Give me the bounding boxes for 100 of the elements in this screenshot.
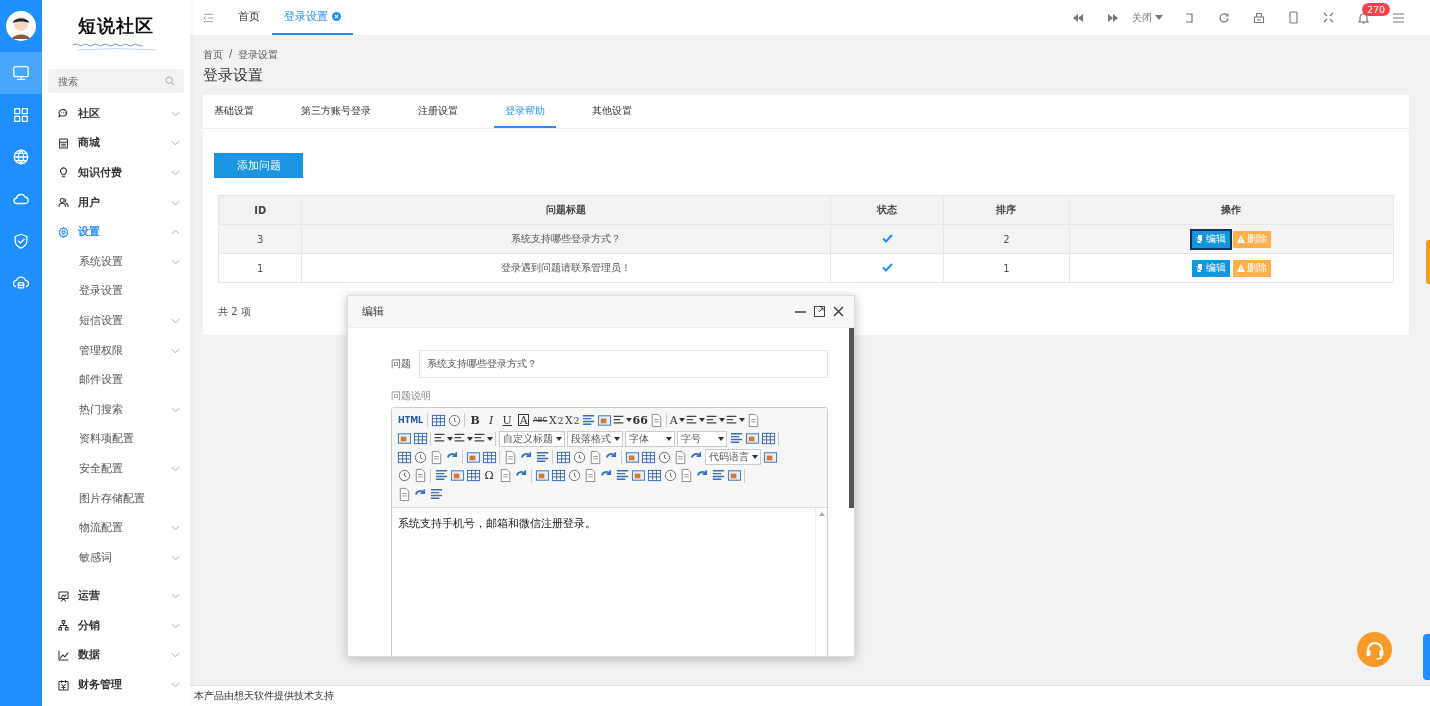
format-select[interactable]: 段落格式	[567, 430, 623, 447]
fullscreen-icon[interactable]	[1323, 12, 1334, 23]
settings-tab[interactable]: 其他设置	[581, 95, 643, 128]
breadcrumb-link[interactable]: 登录设置	[238, 48, 279, 62]
menu-label: 分销	[78, 618, 101, 633]
submenu-item[interactable]: 邮件设置	[42, 365, 190, 395]
rewind-icon[interactable]	[1072, 13, 1083, 22]
caret-icon	[752, 455, 758, 460]
breadcrumb-link[interactable]: 首页	[203, 48, 223, 62]
fast-forward-icon[interactable]	[1107, 13, 1118, 22]
settings-tab[interactable]: 第三方账号登录	[290, 95, 382, 128]
submenu-item[interactable]: 系统设置	[42, 246, 190, 277]
menu-item[interactable]: 财务管理	[42, 670, 190, 700]
format-select[interactable]: 字号	[677, 430, 727, 447]
menu-item[interactable]: 运营	[42, 581, 190, 612]
submenu-item[interactable]: 敏感词	[42, 542, 190, 573]
scroll-up-icon[interactable]	[818, 511, 825, 516]
submenu-label: 邮件设置	[79, 373, 124, 388]
format-button[interactable]: HTML	[396, 411, 426, 430]
question-field[interactable]: 系统支持哪些登录方式？	[419, 350, 828, 378]
chevron-icon	[171, 554, 180, 561]
lines-icon	[685, 413, 699, 427]
bell-icon[interactable]	[1358, 11, 1369, 24]
caret-icon	[719, 418, 726, 423]
tab-label: 登录设置	[284, 9, 328, 24]
submenu-label: 安全配置	[79, 461, 124, 476]
copy-icon	[1195, 264, 1204, 272]
submenu-item[interactable]: 登录设置	[42, 276, 190, 307]
menu-item[interactable]: 知识付费	[42, 158, 190, 188]
menu-item[interactable]: 用户	[42, 187, 190, 218]
search-icon	[165, 76, 175, 86]
format-button[interactable]: I	[483, 411, 500, 430]
menu-item[interactable]: 商城	[42, 128, 190, 159]
presentation-icon	[57, 589, 70, 603]
font-color-button[interactable]: A	[669, 411, 686, 430]
warning-icon	[1236, 264, 1245, 272]
page-tab[interactable]: 首页	[226, 0, 272, 35]
maximize-icon[interactable]	[814, 306, 825, 317]
submenu-item[interactable]: 热门搜索	[42, 394, 190, 425]
format-select[interactable]: 代码语言	[705, 449, 761, 466]
menu-item[interactable]: 分销	[42, 611, 190, 641]
format-select[interactable]: 自定义标题	[499, 430, 565, 447]
submenu-item[interactable]: 管理权限	[42, 335, 190, 366]
chevron-icon	[171, 622, 180, 629]
editor-text[interactable]: 系统支持手机号，邮箱和微信注册登录。	[392, 507, 815, 656]
caret-icon	[739, 418, 746, 423]
submenu-label: 敏感词	[79, 550, 113, 565]
menu-label: 数据	[78, 648, 101, 663]
chevron-icon	[171, 317, 180, 324]
notification-badge: 270	[1362, 2, 1391, 16]
format-button[interactable]: Ω	[481, 466, 497, 485]
settings-tab[interactable]: 注册设置	[407, 95, 469, 128]
chevron-icon	[171, 229, 180, 236]
caret-icon	[666, 436, 672, 441]
submenu-item[interactable]: 安全配置	[42, 454, 190, 484]
menu-item[interactable]: 数据	[42, 640, 190, 671]
avatar[interactable]	[6, 11, 36, 41]
format-button[interactable]: U	[499, 411, 516, 430]
caret-icon	[467, 436, 473, 441]
table-cell: 3	[218, 224, 302, 254]
submenu-item[interactable]: 图片存储配置	[42, 483, 190, 514]
close-dropdown[interactable]: 关闭	[1130, 10, 1171, 25]
close-icon[interactable]	[833, 306, 844, 317]
settings-tab[interactable]: 登录帮助	[494, 95, 556, 128]
format-select[interactable]: 字体	[625, 430, 675, 447]
submenu-label: 物流配置	[79, 521, 124, 536]
format-button[interactable]: B	[467, 411, 484, 430]
chevron-icon	[171, 525, 180, 532]
scrollbar[interactable]	[849, 328, 854, 508]
table-cell: 1	[218, 253, 302, 283]
submenu-item[interactable]: 物流配置	[42, 513, 190, 543]
phone-icon[interactable]	[1289, 11, 1298, 24]
tab-label: 首页	[238, 9, 260, 24]
search-field[interactable]: 搜索	[48, 69, 184, 93]
column-header: 操作	[1069, 195, 1394, 225]
chevron-icon	[171, 682, 180, 689]
chevron-icon	[171, 652, 180, 659]
format-button[interactable]: 66	[632, 411, 649, 430]
submenu-item[interactable]: 短信设置	[42, 306, 190, 336]
chevron-icon	[171, 110, 180, 117]
chevron-icon	[171, 406, 180, 413]
grid-icon	[12, 106, 30, 124]
menu-label: 财务管理	[78, 678, 123, 693]
printer-icon[interactable]	[1252, 11, 1265, 24]
globe-icon	[12, 148, 30, 166]
menu-label: 商城	[78, 136, 101, 151]
format-button[interactable]: A	[518, 414, 530, 427]
settings-tab[interactable]: 基础设置	[203, 95, 265, 128]
caret-icon	[718, 436, 724, 441]
submenu-label: 资料项配置	[79, 432, 135, 447]
bulb-icon	[57, 166, 70, 180]
submenu-item[interactable]: 资料项配置	[42, 424, 190, 455]
menu-item[interactable]: 社区	[42, 99, 190, 129]
column-header: 状态	[830, 195, 944, 225]
field-label: 问题说明	[391, 390, 432, 403]
dialog-title: 编辑	[362, 304, 385, 319]
refresh-icon[interactable]	[1217, 11, 1230, 24]
lines-icon	[725, 413, 739, 427]
submenu-label: 管理权限	[79, 343, 124, 358]
calendar-icon	[57, 678, 70, 692]
